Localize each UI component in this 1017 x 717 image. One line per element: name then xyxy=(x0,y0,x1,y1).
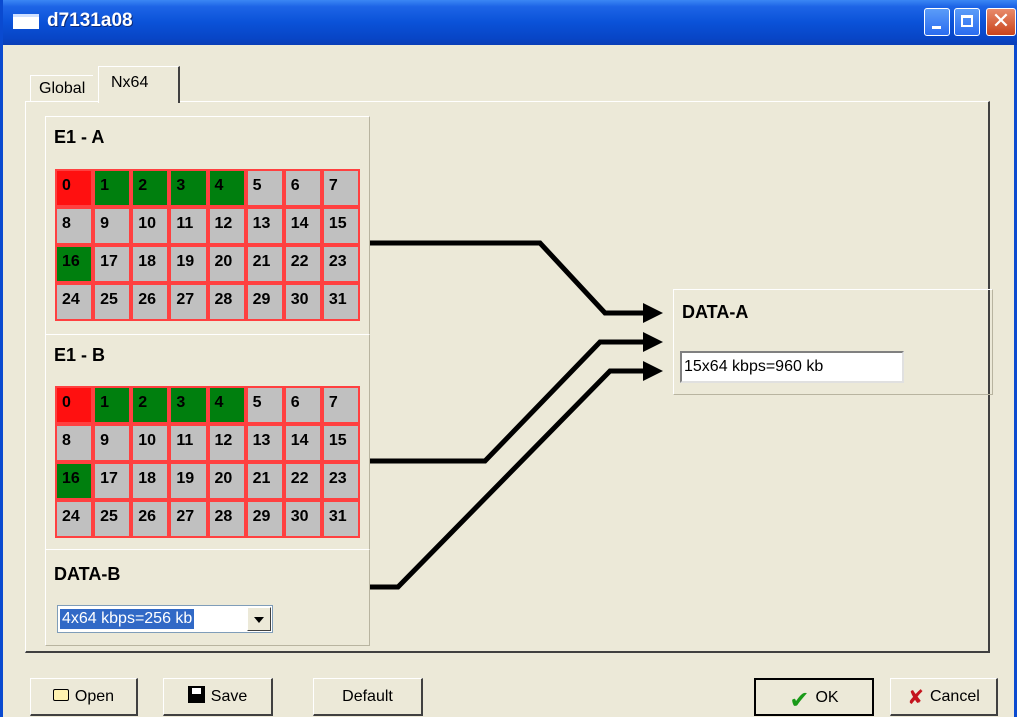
ok-label: OK xyxy=(815,689,839,706)
save-label: Save xyxy=(210,688,248,705)
checkmark-icon: ✔ xyxy=(789,685,810,714)
connector-data-b-to-data-a xyxy=(370,361,663,590)
cancel-label: Cancel xyxy=(929,688,980,705)
open-label: Open xyxy=(74,688,115,705)
cancel-button[interactable]: ✘ Cancel xyxy=(890,678,998,716)
tab-nx64[interactable]: Nx64 xyxy=(98,66,180,103)
folder-icon xyxy=(52,688,69,701)
open-button[interactable]: Open xyxy=(30,678,138,716)
connector-e1-b-to-data-a xyxy=(370,332,663,464)
default-label: Default xyxy=(342,688,393,705)
x-icon: ✘ xyxy=(907,684,924,709)
save-button[interactable]: Save xyxy=(163,678,273,716)
connector-e1-a-to-data-a xyxy=(370,240,663,323)
floppy-disk-icon xyxy=(187,686,205,704)
default-button[interactable]: Default xyxy=(313,678,423,716)
connector-lines xyxy=(370,240,663,590)
ok-button[interactable]: ✔ OK xyxy=(754,678,874,716)
